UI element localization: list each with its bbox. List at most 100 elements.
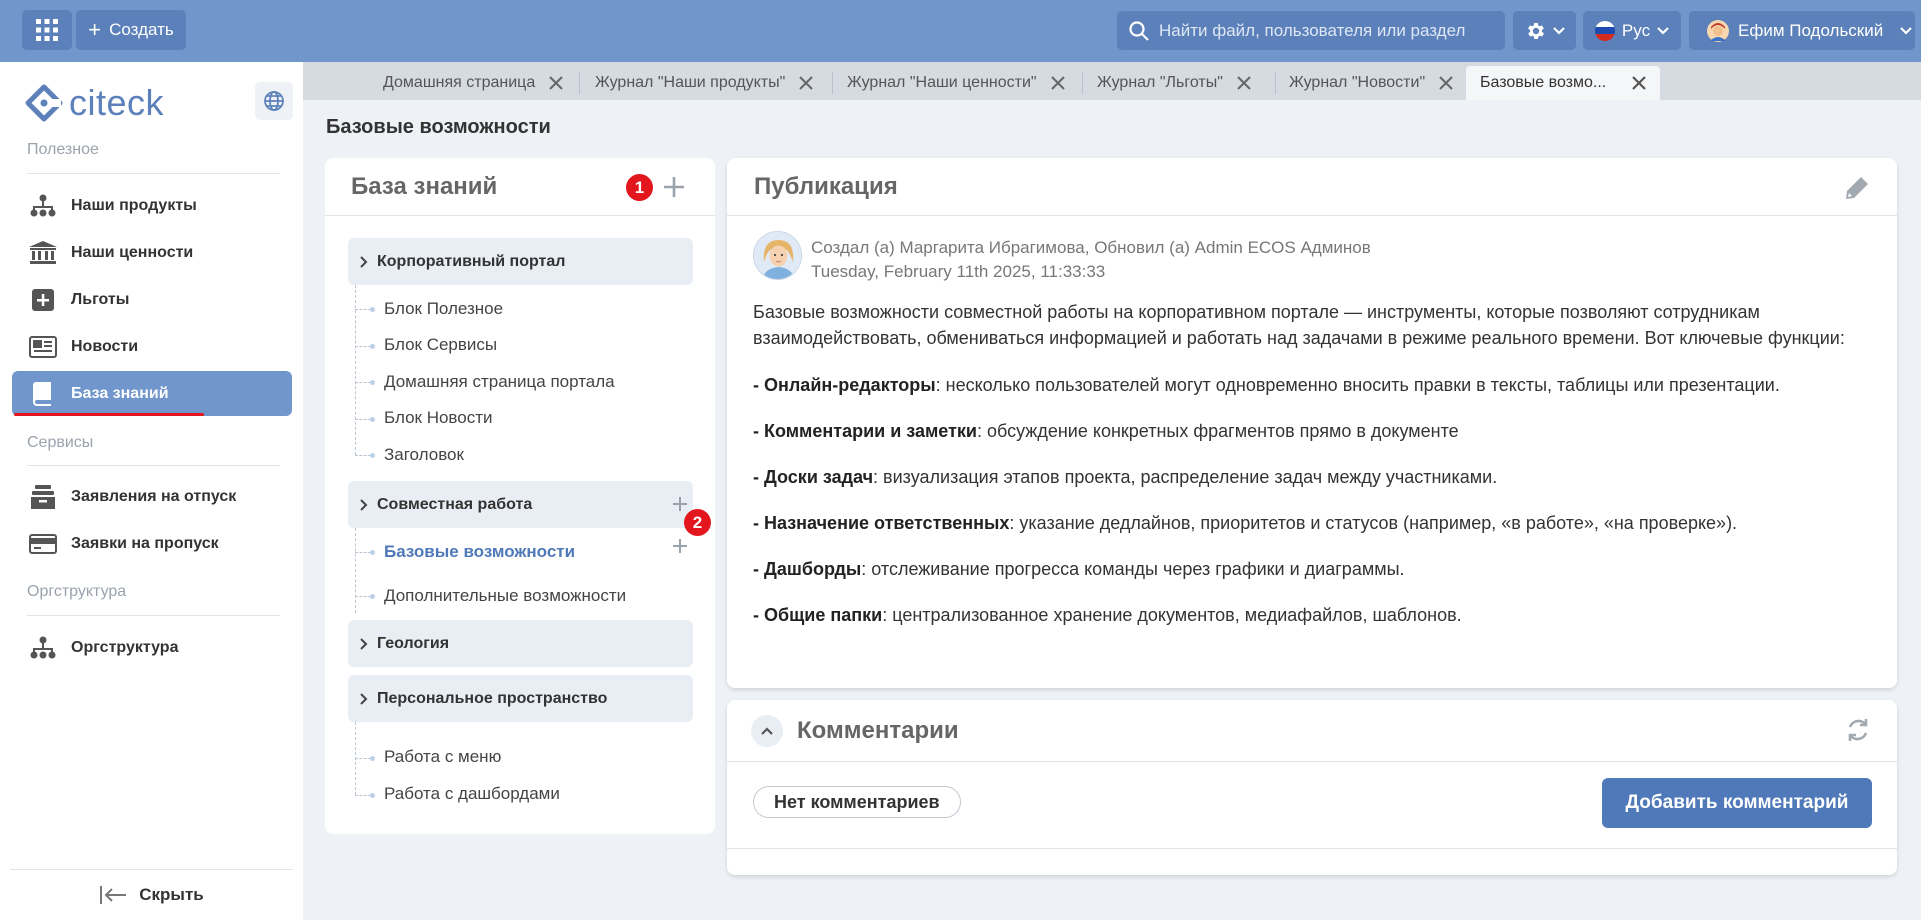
plus-icon	[664, 177, 684, 197]
sidebar-item-label: Заявки на пропуск	[71, 534, 219, 552]
tree-group-personal-space[interactable]: Персональное пространство	[348, 675, 693, 722]
tree-item-active[interactable]: Базовые возможности	[384, 542, 575, 562]
hide-sidebar-button[interactable]: Скрыть	[10, 869, 293, 920]
close-icon[interactable]	[799, 76, 814, 90]
hide-label: Скрыть	[139, 885, 204, 904]
close-icon[interactable]	[1237, 76, 1251, 90]
annotation-badge: 2	[684, 509, 711, 536]
feature-term: - Комментарии и заметки	[753, 421, 977, 441]
divider	[27, 465, 280, 466]
search-input[interactable]	[1159, 20, 1499, 41]
sidebar-item-products[interactable]: Наши продукты	[12, 183, 292, 228]
tab-news-journal[interactable]: Журнал "Новости"	[1289, 66, 1453, 100]
sidebar-item-news[interactable]: Новости	[12, 324, 292, 369]
tree-group-label: Персональное пространство	[377, 689, 608, 707]
tab-divider	[579, 72, 580, 94]
close-icon[interactable]	[1632, 76, 1646, 90]
author-line: Создал (а) Маргарита Ибрагимова, Обновил…	[811, 238, 1371, 257]
feature-term: - Онлайн-редакторы	[753, 375, 936, 395]
tree-item[interactable]: Работа с дашбордами	[384, 784, 560, 804]
edit-button[interactable]	[1844, 175, 1870, 201]
tree-line	[355, 309, 371, 310]
globe-button[interactable]	[255, 82, 293, 120]
tree-group-geology[interactable]: Геология	[348, 620, 693, 667]
sidebar-item-org-structure[interactable]: Оргструктура	[12, 625, 292, 670]
tab-home[interactable]: Домашняя страница	[383, 66, 563, 100]
panel-title: Комментарии	[797, 716, 959, 744]
chevron-down-icon	[1552, 26, 1565, 35]
user-menu-button[interactable]: Ефим Подольский	[1689, 11, 1915, 50]
refresh-icon	[1848, 719, 1868, 741]
tab-basic-features[interactable]: Базовые возмо...	[1466, 66, 1660, 100]
tree-line	[355, 596, 371, 597]
add-comment-button[interactable]: Добавить комментарий	[1602, 778, 1872, 828]
tree-item[interactable]: Домашняя страница портала	[384, 372, 615, 392]
add-subsection-button[interactable]	[673, 497, 687, 511]
feature-paragraph: - Доски задач: визуализация этапов проек…	[753, 464, 1873, 490]
sidebar-item-vacation[interactable]: Заявления на отпуск	[12, 474, 292, 519]
close-icon[interactable]	[549, 76, 563, 90]
tab-divider	[832, 72, 833, 94]
tree-item[interactable]: Блок Сервисы	[384, 335, 497, 355]
chevron-right-icon	[360, 255, 368, 268]
publication-body: Базовые возможности совместной работы на…	[753, 299, 1873, 628]
tree-group-corporate-portal[interactable]: Корпоративный портал	[348, 238, 693, 285]
language-label: Рус	[1621, 20, 1651, 40]
tab-products-journal[interactable]: Журнал "Наши продукты"	[595, 66, 814, 100]
settings-button[interactable]	[1513, 11, 1576, 50]
feature-term: - Дашборды	[753, 559, 862, 579]
tree-item[interactable]: Работа с меню	[384, 747, 501, 767]
grid-icon	[36, 19, 58, 41]
apps-menu-button[interactable]	[22, 10, 72, 50]
tree-dot	[370, 756, 375, 761]
feature-term: - Назначение ответственных	[753, 513, 1010, 533]
create-button[interactable]: + Создать	[76, 10, 186, 50]
user-avatar-icon	[1707, 19, 1729, 42]
sidebar-item-label: Льготы	[71, 290, 130, 308]
section-title-services: Сервисы	[27, 434, 94, 451]
create-button-label: Создать	[109, 20, 174, 39]
tree-group-label: Геология	[377, 634, 450, 652]
book-icon	[33, 381, 51, 406]
tree-dot	[370, 793, 375, 798]
feature-paragraph: - Онлайн-редакторы: несколько пользовате…	[753, 372, 1873, 398]
panel-title: База знаний	[325, 158, 715, 216]
add-subsection-button[interactable]	[673, 539, 687, 553]
tree-group-collaboration[interactable]: Совместная работа	[348, 481, 693, 528]
feature-paragraph: - Дашборды: отслеживание прогресса коман…	[753, 556, 1873, 582]
sidebar-item-knowledge-base[interactable]: База знаний	[12, 371, 292, 416]
top-bar: + Создать Рус Ефим Подольский	[0, 0, 1921, 62]
collapse-comments-button[interactable]	[751, 714, 783, 747]
chevron-right-icon	[360, 692, 368, 705]
plus-icon: +	[88, 17, 102, 42]
chevron-right-icon	[360, 498, 368, 511]
refresh-comments-button[interactable]	[1845, 717, 1871, 743]
tree-line	[355, 285, 356, 455]
tree-item[interactable]: Дополнительные возможности	[384, 586, 626, 606]
tree-line	[355, 758, 371, 759]
archive-icon	[31, 484, 55, 509]
close-icon[interactable]	[1050, 76, 1065, 90]
search-box[interactable]	[1117, 11, 1505, 50]
tree-line	[355, 419, 371, 420]
language-button[interactable]: Рус	[1583, 11, 1681, 50]
tree-item[interactable]: Блок Новости	[384, 408, 493, 428]
tab-label: Журнал "Наши ценности"	[847, 74, 1037, 91]
tree-dot	[370, 307, 375, 312]
logo[interactable]: citeck	[25, 82, 164, 124]
tab-benefits-journal[interactable]: Журнал "Льготы"	[1097, 66, 1251, 100]
divider	[727, 848, 1897, 849]
tab-label: Журнал "Новости"	[1289, 74, 1426, 91]
tab-values-journal[interactable]: Журнал "Наши ценности"	[847, 66, 1065, 100]
tree-item[interactable]: Блок Полезное	[384, 299, 503, 319]
sidebar-item-benefits[interactable]: Льготы	[12, 277, 292, 322]
citeck-logo-icon	[25, 84, 63, 122]
sidebar-item-pass-requests[interactable]: Заявки на пропуск	[12, 521, 292, 566]
close-icon[interactable]	[1439, 76, 1453, 90]
intro-paragraph: Базовые возможности совместной работы на…	[753, 302, 1845, 348]
add-section-button[interactable]	[663, 176, 685, 198]
sidebar-item-values[interactable]: Наши ценности	[12, 230, 292, 275]
tree-line	[355, 795, 371, 796]
tree-item[interactable]: Заголовок	[384, 445, 464, 465]
publication-panel: Публикация Создал (а) Маргарита Ибрагимо…	[727, 158, 1897, 688]
